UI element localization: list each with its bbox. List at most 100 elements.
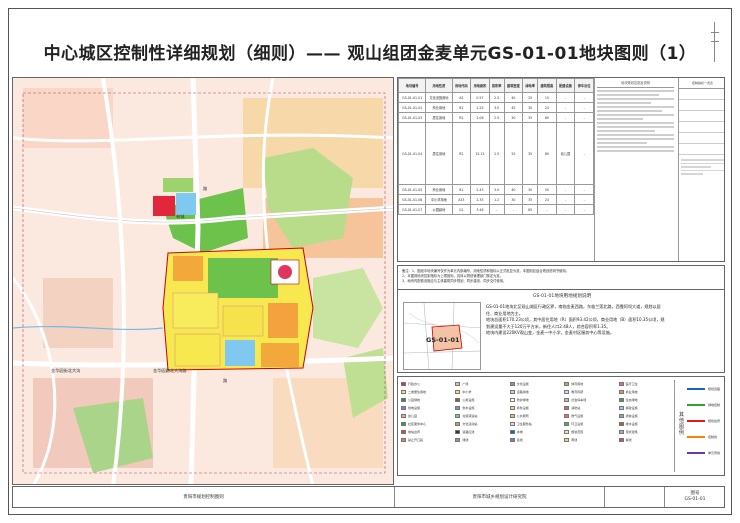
legend-swatch (509, 422, 515, 426)
legend-swatch (455, 414, 461, 418)
legend-swatch (618, 414, 624, 418)
legend-swatch (455, 390, 461, 394)
legend-side-title: 其他图例 (679, 412, 685, 436)
table-cell: 80 (537, 112, 557, 123)
legend-swatch (455, 430, 461, 434)
table-cell: G1 (451, 204, 472, 215)
table-cell: - (555, 92, 576, 103)
info-panel: 地块编号 用地性质 用地代码 用地面积 容积率 建筑密度 绿地率 建筑限高 配建… (397, 77, 725, 485)
legend-label: 燃气设施 (571, 414, 584, 418)
legend-label: 广场 (462, 382, 469, 386)
legend-label: 公共厕所 (516, 414, 529, 418)
legend-line-label: 规划道路 (708, 386, 721, 391)
table-cell: R2 (451, 112, 472, 123)
legend-item: 社区服务中心 (401, 420, 453, 428)
legend-item: 供电设施 (401, 404, 453, 412)
table-cell: 中小学用地 (425, 194, 453, 205)
legend-line-swatch (687, 452, 705, 454)
legend-line-label: 控制线 (708, 434, 718, 439)
table-cell: 商业用地 (425, 184, 453, 195)
legend-label: 黄线 (571, 438, 578, 442)
table-cell: - (555, 184, 576, 195)
table-cell: 30 (503, 112, 524, 123)
road-label: 路 (223, 378, 228, 383)
table-cell: 居住用地 (425, 122, 453, 185)
legend-item: 消防站 (564, 404, 616, 412)
legend-item: 禁止开口段 (401, 436, 453, 444)
legend-label: 环卫设施 (571, 422, 584, 426)
legend-item: 供水设施 (455, 404, 507, 412)
legend-item: 公共厕所 (509, 412, 562, 420)
table-cell: GS-01-01-02 (398, 102, 427, 113)
table-cell: A33 (451, 194, 472, 205)
table-cell: 35 (522, 112, 539, 123)
legend-item: 文化活动站 (455, 420, 507, 428)
legend-item: 规划范围 (564, 428, 616, 436)
table-cell: 3.0 (488, 102, 505, 113)
legend-line-label: 绿地控制 (708, 402, 721, 407)
table-cell: - (555, 112, 576, 123)
table-row: GS-01-01-04 居住用地 R2 15.15 2.5 25 35 80 幼儿园 - (398, 122, 594, 185)
legend-label: 卫生服务站 (516, 422, 532, 426)
legend-label: 供电设施 (408, 406, 421, 410)
table-row: GS-01-01-01 文化设施用地 A2 0.57 2.5 40 25 15- - (398, 92, 594, 103)
table-cell: - (574, 194, 594, 205)
legend-swatch (455, 422, 461, 426)
legend-line-swatch (687, 404, 705, 406)
page-title: 中心城区控制性详细规划（细则）—— 观山组团金麦单元GS-01-01地块图则（1… (43, 44, 697, 64)
planning-guide: GS-01-01地块用地规划说明 GS-01-01 GS-01-01地块北至观山… (397, 289, 725, 373)
legend-label: 垃圾转运站 (462, 414, 478, 418)
notes-column: 地块规划控制及说明 (594, 78, 676, 261)
legend-item: 通信设施 (618, 412, 671, 420)
legend-label: 教育科研 (571, 390, 584, 394)
legend-item: 现状建筑 (618, 428, 671, 436)
legend-swatch (509, 398, 515, 402)
table-cell: 45 (503, 102, 524, 113)
legend-swatch (618, 422, 624, 426)
legend-swatch (564, 414, 570, 418)
col-header: 绿地率 (522, 78, 539, 93)
legend-swatch (509, 414, 515, 418)
legend-label: 商业用地 (625, 390, 638, 394)
table-cell: 15 (537, 92, 557, 103)
table-row: GS-01-01-03 居住用地 R2 2.06 2.5 30 35 80- - (398, 112, 594, 123)
place-label: 金华园路北大沟路 (153, 368, 187, 373)
legend-item: 商业用地 (618, 388, 671, 396)
map-legend: 行政办公 广场 文化设施 体育用地 医疗卫生 二类居住用地 中小学 道路用地 教育科研 商业用地公… (397, 376, 725, 476)
table-cell: B1 (451, 102, 472, 113)
guide-line: 地块内建设220KV观山变，金麦一中小学，金麦村区服务中心等设施。 (486, 330, 614, 336)
table-cell: - (555, 194, 576, 205)
col-header: 容积率 (488, 78, 505, 93)
table-cell: B1 (451, 184, 472, 195)
table-cell: 15.15 (470, 122, 490, 185)
table-cell: GS-01-01-05 (398, 184, 427, 195)
guide-title: GS-01-01地块用地规划说明 (532, 294, 592, 299)
col-header: 建筑密度 (503, 78, 524, 93)
table-cell: - (503, 204, 524, 215)
legend-item: 幼儿园 (401, 412, 453, 420)
control-table: 地块编号 用地性质 用地代码 用地面积 容积率 建筑密度 绿地率 建筑限高 配建… (397, 77, 725, 262)
table-cell: - (574, 204, 594, 215)
mini-index-table: 控制指标一览表 (678, 78, 724, 261)
table-cell: 30 (522, 102, 539, 113)
legend-swatch (564, 438, 570, 442)
table-cell: GS-01-01-07 (398, 204, 427, 215)
table-cell: 40 (503, 184, 524, 195)
legend-item: 燃气设施 (564, 412, 616, 420)
map-canvas (13, 78, 393, 484)
table-cell: 25 (503, 122, 524, 185)
table-row: GS-01-01-07 公园绿地 G1 3.46- -65- - - (398, 204, 594, 215)
legend-swatch (564, 390, 570, 394)
legend-label: 商务设施 (516, 406, 529, 410)
table-cell: 1.25 (470, 102, 490, 113)
legend-swatch (618, 438, 624, 442)
legend-swatch (455, 382, 461, 386)
legend-item: 生态绿地 (618, 396, 671, 404)
footer-blank (605, 487, 665, 507)
legend-label: 社区服务中心 (408, 422, 427, 426)
legend-label: 邮政设施 (625, 406, 638, 410)
table-cell: 2.5 (488, 112, 505, 123)
legend-line-label: 规划边界 (708, 418, 721, 423)
legend-label: 体育用地 (571, 382, 584, 386)
legend-label: 幼儿园 (408, 414, 418, 418)
